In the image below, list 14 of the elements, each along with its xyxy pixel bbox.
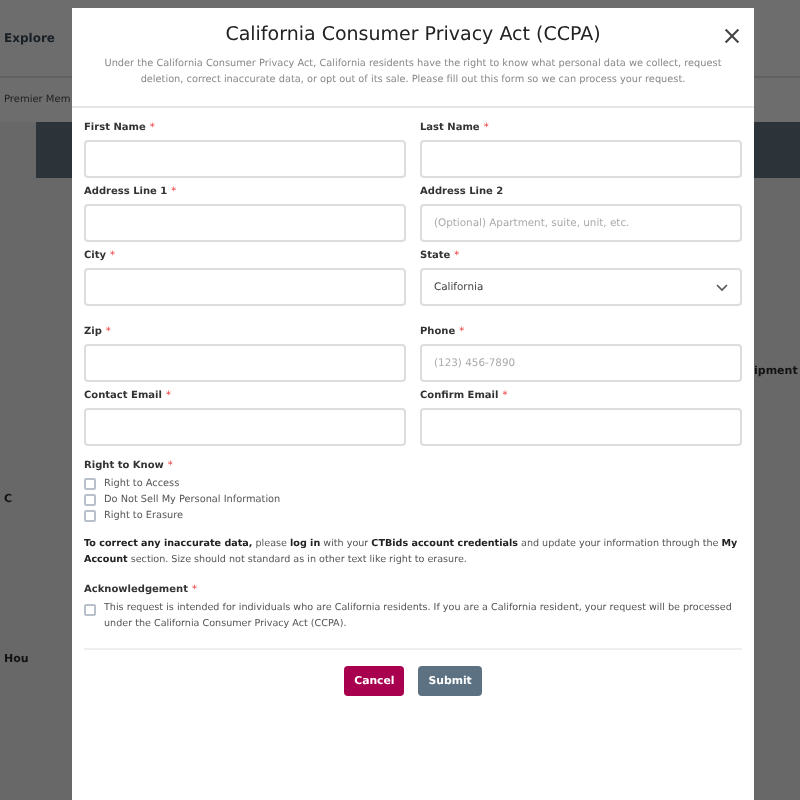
input-field[interactable]: [420, 408, 742, 446]
input-field[interactable]: [84, 268, 406, 306]
checkbox[interactable]: [84, 478, 96, 490]
close-icon[interactable]: [724, 28, 740, 44]
input-field[interactable]: [84, 140, 406, 178]
checkbox[interactable]: [84, 494, 96, 506]
checkbox[interactable]: [84, 510, 96, 522]
input-field[interactable]: [84, 204, 406, 242]
dialog-title: California Consumer Privacy Act (CCPA): [225, 24, 601, 46]
input-field[interactable]: [420, 140, 742, 178]
input-field[interactable]: [84, 344, 406, 382]
checkbox[interactable]: [84, 604, 96, 616]
chevron-down-icon: [716, 283, 728, 291]
input-field[interactable]: [84, 408, 406, 446]
